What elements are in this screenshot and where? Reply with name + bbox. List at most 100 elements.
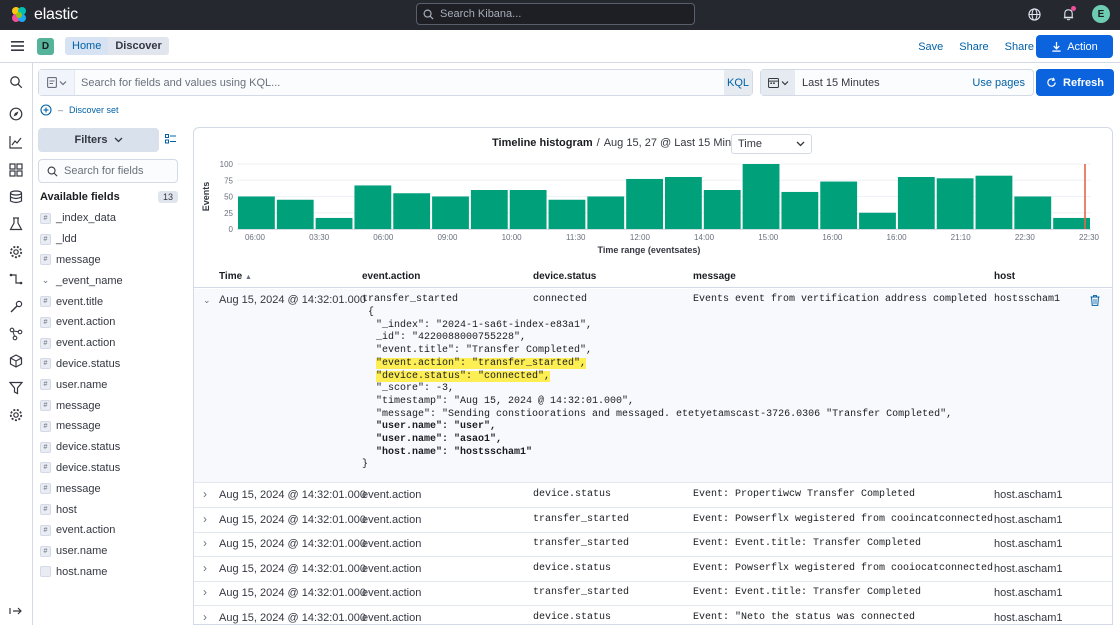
column-header-host[interactable]: host: [994, 271, 1015, 282]
field-item[interactable]: # message: [40, 250, 180, 271]
share-link[interactable]: Share: [959, 41, 988, 53]
collapse-nav-icon[interactable]: [9, 604, 23, 618]
histogram-bar[interactable]: [315, 217, 353, 229]
field-item[interactable]: # message: [40, 395, 180, 416]
field-item[interactable]: # event.action: [40, 520, 180, 541]
expand-row-icon[interactable]: ›: [203, 561, 207, 575]
histogram-bar[interactable]: [859, 212, 896, 229]
field-item[interactable]: ⌄ _event_name: [40, 270, 180, 291]
field-item[interactable]: # host: [40, 499, 180, 520]
field-item[interactable]: # user.name: [40, 541, 180, 562]
table-row[interactable]: › Aug 15, 2024 @ 14:32:01.000 event.action…: [194, 558, 1112, 582]
pipeline-icon[interactable]: [9, 272, 23, 286]
histogram-bar[interactable]: [587, 196, 625, 230]
breadcrumb-home[interactable]: Home: [65, 37, 109, 55]
field-item[interactable]: host.name: [40, 562, 180, 583]
histogram-bar[interactable]: [975, 175, 1013, 229]
space-avatar[interactable]: D: [37, 37, 54, 55]
histogram-bar[interactable]: [703, 190, 741, 229]
package-icon[interactable]: [9, 354, 23, 368]
field-item[interactable]: # message: [40, 416, 180, 437]
histogram-bar[interactable]: [1014, 196, 1052, 230]
histogram-bar[interactable]: [470, 190, 508, 229]
expand-row-icon[interactable]: ›: [203, 487, 207, 501]
histogram-bar[interactable]: [276, 199, 314, 229]
filters-button[interactable]: Filters: [38, 128, 159, 152]
saved-query-menu[interactable]: [39, 70, 75, 95]
histogram-bar[interactable]: [820, 181, 858, 229]
field-item[interactable]: # _index_data: [40, 208, 180, 229]
add-filter-icon[interactable]: [40, 104, 52, 116]
histogram-bar[interactable]: [432, 196, 469, 230]
quick-date-menu[interactable]: [761, 70, 795, 95]
sort-asc-icon[interactable]: ▲: [245, 274, 252, 281]
field-search-input[interactable]: Search for fields: [38, 159, 178, 183]
histogram-bar[interactable]: [936, 178, 974, 229]
beaker-icon[interactable]: [9, 217, 23, 231]
database-icon[interactable]: [9, 190, 23, 204]
table-row[interactable]: › Aug 15, 2024 @ 14:32:01.000 event.action…: [194, 484, 1112, 508]
field-item[interactable]: # device.status: [40, 354, 180, 375]
interval-select[interactable]: Time: [731, 134, 812, 154]
available-fields-header[interactable]: Available fields 13: [40, 190, 178, 204]
expand-row-icon[interactable]: ›: [203, 512, 207, 526]
table-row[interactable]: › Aug 15, 2024 @ 14:32:01.000 event.action…: [194, 509, 1112, 533]
tools-icon[interactable]: [9, 300, 23, 314]
table-row[interactable]: › Aug 15, 2024 @ 14:32:01.000 event.action…: [194, 582, 1112, 607]
field-item[interactable]: # event.action: [40, 333, 180, 354]
compass-icon[interactable]: [9, 107, 23, 121]
histogram-bar[interactable]: [742, 164, 780, 229]
field-item[interactable]: # _ldd: [40, 229, 180, 250]
histogram-bar[interactable]: [665, 177, 702, 229]
expand-row-icon[interactable]: ›: [203, 585, 207, 599]
histogram-bar[interactable]: [897, 177, 935, 229]
kibana-search-input[interactable]: Search Kibana...: [416, 3, 695, 25]
notifications-bell-icon[interactable]: [1058, 4, 1078, 24]
elastic-logo[interactable]: elastic: [10, 6, 78, 24]
help-globe-icon[interactable]: [1024, 4, 1044, 24]
menu-hamburger-icon[interactable]: [11, 40, 25, 52]
filter-funnel-icon[interactable]: [9, 381, 23, 395]
field-item[interactable]: # event.action: [40, 312, 180, 333]
use-pages-link[interactable]: Use pages: [972, 77, 1025, 89]
histogram-bar[interactable]: [509, 190, 547, 229]
table-row-expanded[interactable]: ⌄ Aug 15, 2024 @ 14:32:01.000 transfer_s…: [194, 289, 1112, 483]
column-header-status[interactable]: device.status: [533, 271, 596, 282]
field-list-options-icon[interactable]: [165, 134, 176, 144]
column-header-action[interactable]: event.action: [362, 271, 420, 282]
dashboard-grid-icon[interactable]: [9, 163, 23, 177]
discover-set-link[interactable]: Discover set: [69, 105, 119, 115]
refresh-button[interactable]: Refresh: [1036, 69, 1114, 96]
histogram-bar[interactable]: [781, 191, 819, 229]
field-item[interactable]: # device.status: [40, 458, 180, 479]
timeline-histogram[interactable]: Events 0 25 50 75 100 06:00 03:30 06:00 09:00 10:0…: [194, 158, 1112, 258]
histogram-bar[interactable]: [548, 199, 586, 229]
expand-row-icon[interactable]: ›: [203, 610, 207, 624]
field-item[interactable]: # event.title: [40, 291, 180, 312]
save-link[interactable]: Save: [918, 41, 943, 53]
search-icon[interactable]: [9, 75, 23, 89]
field-item[interactable]: # device.status: [40, 437, 180, 458]
date-range-text[interactable]: Last 15 Minutes: [802, 77, 880, 89]
share-link-2[interactable]: Share: [1005, 41, 1034, 53]
table-row[interactable]: › Aug 15, 2024 @ 14:32:01.000 event.action…: [194, 533, 1112, 558]
query-language-toggle[interactable]: KQL: [724, 70, 752, 95]
settings-gear-icon[interactable]: [9, 408, 23, 422]
graph-icon[interactable]: [9, 327, 23, 341]
expand-row-icon[interactable]: ›: [203, 536, 207, 550]
histogram-bar[interactable]: [626, 178, 663, 229]
kql-search-input[interactable]: Search for fields and values using KQL..…: [75, 77, 724, 89]
field-item[interactable]: # user.name: [40, 374, 180, 395]
histogram-bar[interactable]: [238, 196, 275, 230]
table-row[interactable]: › Aug 15, 2024 @ 14:32:01.000 event.action…: [194, 607, 1112, 624]
histogram-bar[interactable]: [393, 193, 431, 229]
chart-line-icon[interactable]: [9, 135, 23, 149]
histogram-bar[interactable]: [354, 185, 392, 229]
trash-icon[interactable]: [1090, 295, 1100, 306]
column-header-message[interactable]: message: [693, 271, 736, 282]
field-item[interactable]: # message: [40, 478, 180, 499]
gear-icon[interactable]: [9, 245, 23, 259]
user-avatar[interactable]: E: [1092, 5, 1110, 23]
column-header-time[interactable]: Time ▲: [219, 271, 252, 282]
action-button[interactable]: Action: [1036, 35, 1113, 58]
